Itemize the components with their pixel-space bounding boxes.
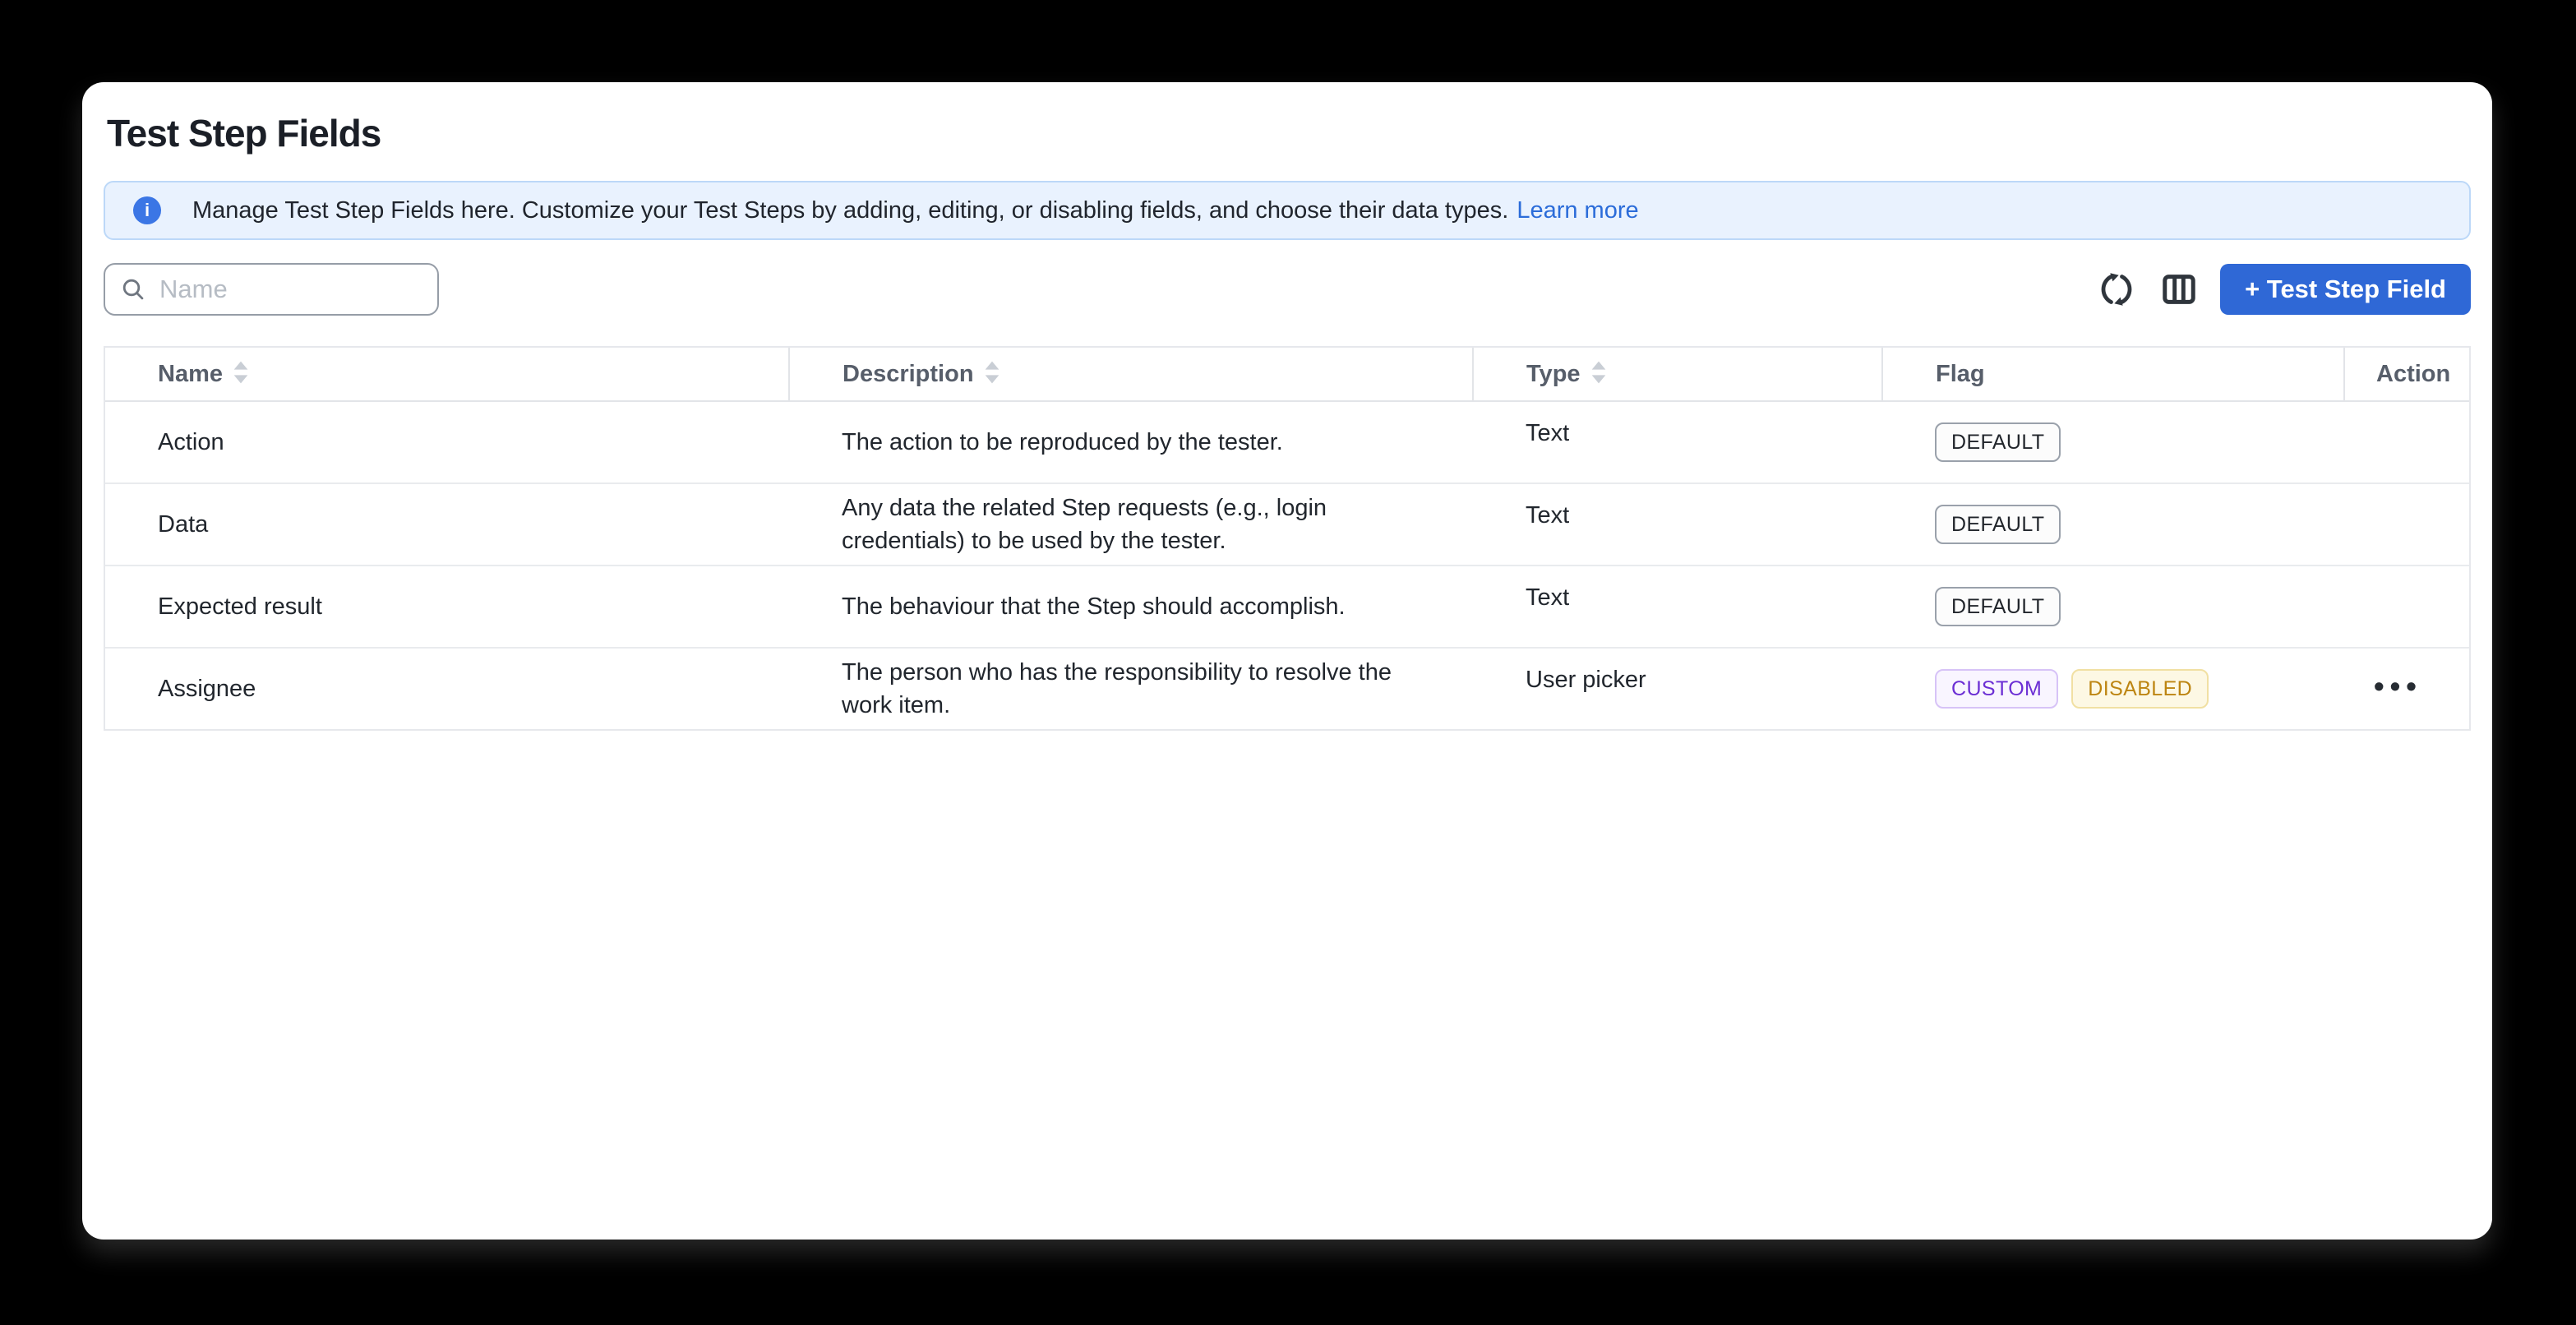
field-description: The person who has the responsibility to…	[789, 648, 1473, 729]
field-type: Text	[1473, 483, 1882, 566]
field-flags: CUSTOM DISABLED	[1882, 648, 2344, 729]
table-row: DataAny data the related Step requests (…	[105, 483, 2469, 566]
table-row: AssigneeThe person who has the responsib…	[105, 648, 2469, 729]
flag-badge-default: DEFAULT	[1935, 422, 2061, 462]
field-actions	[2344, 566, 2469, 648]
table-row: ActionThe action to be reproduced by the…	[105, 401, 2469, 483]
column-label: Flag	[1936, 361, 1985, 387]
field-actions	[2344, 401, 2469, 483]
column-header-flag: Flag	[1882, 348, 2344, 401]
flag-badge-default: DEFAULT	[1935, 587, 2061, 626]
info-icon: i	[133, 196, 161, 224]
column-label: Description	[843, 361, 974, 387]
page-title: Test Step Fields	[107, 110, 2471, 156]
columns-button[interactable]	[2159, 270, 2199, 309]
sort-icon	[233, 360, 249, 385]
column-label: Type	[1526, 361, 1581, 387]
search-input[interactable]	[158, 274, 424, 305]
field-type: Text	[1473, 566, 1882, 648]
field-actions: •••	[2344, 648, 2469, 729]
column-header-action: Action	[2344, 348, 2469, 401]
field-name: Action	[105, 401, 789, 483]
columns-icon	[2161, 271, 2197, 307]
learn-more-link[interactable]: Learn more	[1517, 197, 1638, 224]
column-label: Name	[158, 361, 223, 387]
table-row: Expected resultThe behaviour that the St…	[105, 566, 2469, 648]
field-flags: DEFAULT	[1882, 401, 2344, 483]
field-description: Any data the related Step requests (e.g.…	[789, 483, 1473, 566]
search-box[interactable]	[104, 263, 439, 316]
column-label: Action	[2376, 361, 2450, 387]
field-description: The action to be reproduced by the teste…	[789, 401, 1473, 483]
flag-badge-default: DEFAULT	[1935, 505, 2061, 544]
sort-icon	[1590, 360, 1607, 385]
field-type: User picker	[1473, 648, 1882, 729]
row-menu-button[interactable]: •••	[2369, 675, 2427, 698]
refresh-button[interactable]	[2097, 270, 2136, 309]
toolbar: + Test Step Field	[104, 263, 2471, 316]
table-header: Name Description Type Flag Action	[105, 348, 2469, 401]
field-type: Text	[1473, 401, 1882, 483]
add-test-step-field-button[interactable]: + Test Step Field	[2220, 264, 2471, 315]
flag-badge-custom: CUSTOM	[1935, 669, 2058, 709]
sort-icon	[984, 360, 1000, 385]
fields-table: NameDescriptionTypeFlagAction ActionThe …	[104, 346, 2471, 731]
settings-card: Test Step Fields i Manage Test Step Fiel…	[82, 82, 2492, 1240]
info-banner: i Manage Test Step Fields here. Customiz…	[104, 181, 2471, 240]
column-header-name[interactable]: Name	[105, 348, 789, 401]
field-actions	[2344, 483, 2469, 566]
field-name: Assignee	[105, 648, 789, 729]
flag-badge-disabled: DISABLED	[2071, 669, 2209, 709]
toolbar-actions: + Test Step Field	[2074, 264, 2471, 315]
column-header-description[interactable]: Description	[789, 348, 1473, 401]
field-flags: DEFAULT	[1882, 566, 2344, 648]
search-icon	[120, 276, 146, 302]
screen: Test Step Fields i Manage Test Step Fiel…	[0, 0, 2576, 1325]
column-header-type[interactable]: Type	[1473, 348, 1882, 401]
field-name: Data	[105, 483, 789, 566]
refresh-icon	[2098, 270, 2135, 308]
field-flags: DEFAULT	[1882, 483, 2344, 566]
field-description: The behaviour that the Step should accom…	[789, 566, 1473, 648]
banner-text: Manage Test Step Fields here. Customize …	[192, 197, 1508, 224]
field-name: Expected result	[105, 566, 789, 648]
